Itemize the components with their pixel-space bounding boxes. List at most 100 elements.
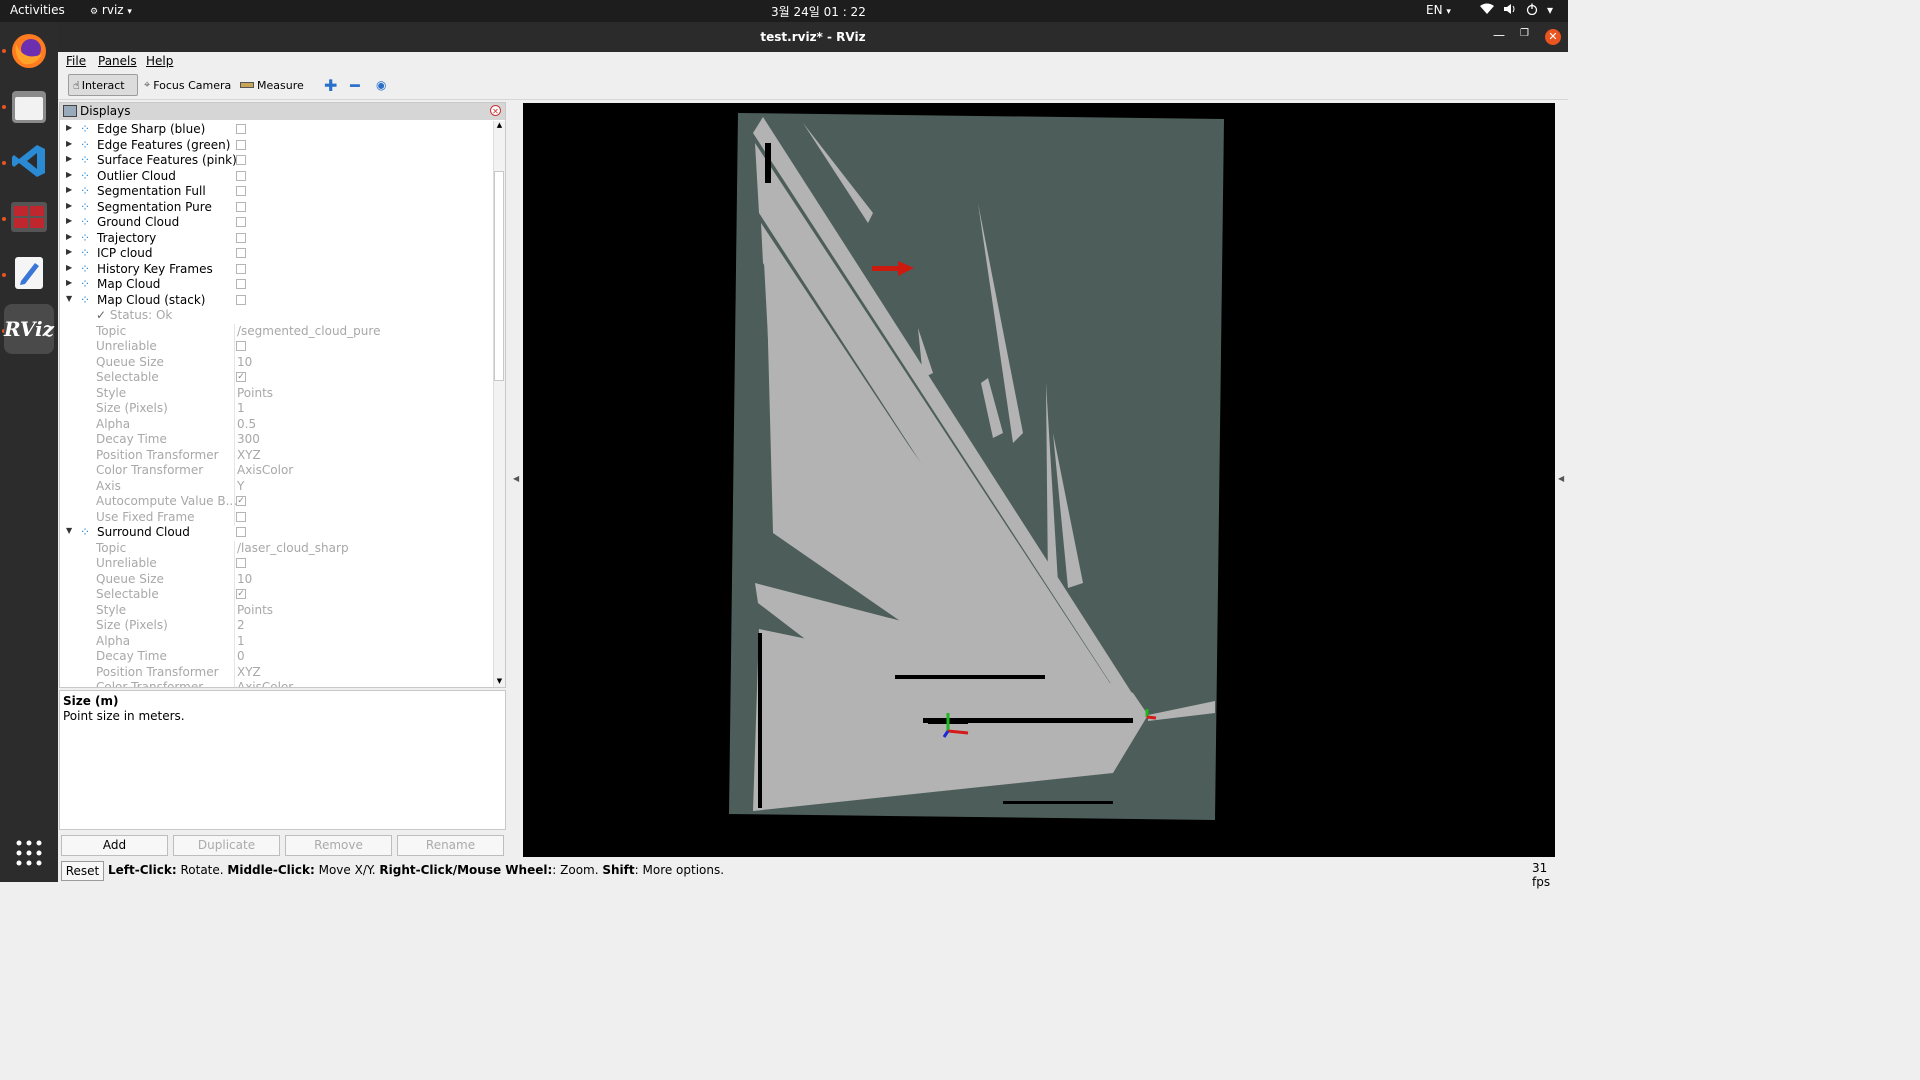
display-item[interactable]: ▶ ⁘ Surface Features (pink) bbox=[60, 153, 492, 169]
display-item[interactable]: ▶ ⁘ Edge Sharp (blue) bbox=[60, 122, 492, 138]
expand-arrow-icon[interactable]: ▶ bbox=[66, 139, 72, 148]
property-value[interactable]: 10 bbox=[237, 355, 252, 369]
interact-tool-button[interactable]: ☝ Interact bbox=[68, 74, 138, 96]
property-row[interactable]: Unreliable bbox=[60, 339, 492, 355]
display-enable-checkbox[interactable] bbox=[236, 248, 246, 258]
display-item[interactable]: ▶ ⁘ Map Cloud bbox=[60, 277, 492, 293]
show-applications-icon[interactable] bbox=[16, 840, 42, 869]
vscode-icon[interactable] bbox=[8, 140, 50, 182]
add-tool-icon[interactable]: ✚ bbox=[320, 74, 341, 96]
property-row[interactable]: Queue Size 10 bbox=[60, 571, 492, 588]
expand-arrow-icon[interactable]: ▶ bbox=[66, 232, 72, 241]
expand-arrow-icon[interactable]: ▶ bbox=[66, 216, 72, 225]
property-row[interactable]: Position Transformer XYZ bbox=[60, 447, 492, 464]
display-enable-checkbox[interactable] bbox=[236, 232, 246, 243]
remove-button[interactable]: Remove bbox=[285, 835, 392, 856]
property-row[interactable]: Color Transformer AxisColor bbox=[60, 680, 492, 687]
window-titlebar[interactable]: test.rviz* - RViz — ❐ ✕ bbox=[58, 22, 1568, 52]
menu-help[interactable]: Help bbox=[146, 54, 173, 68]
menu-file[interactable]: File bbox=[66, 54, 86, 68]
display-enable-checkbox[interactable] bbox=[236, 263, 246, 274]
property-row[interactable]: Style Points bbox=[60, 602, 492, 619]
volume-icon[interactable] bbox=[1503, 3, 1517, 18]
display-item[interactable]: ▶ ⁘ Segmentation Pure bbox=[60, 200, 492, 216]
property-row[interactable]: Selectable ✓ bbox=[60, 587, 492, 603]
remove-tool-icon[interactable]: ━ bbox=[346, 74, 364, 96]
expand-arrow-icon[interactable]: ▶ bbox=[66, 154, 72, 163]
collapse-left-icon[interactable]: ◀ bbox=[513, 474, 519, 483]
status-row[interactable]: ✓ Status: Ok bbox=[60, 308, 492, 324]
expand-arrow-icon[interactable]: ▶ bbox=[66, 185, 72, 194]
terminal-grid-icon[interactable] bbox=[8, 196, 50, 238]
expand-arrow-icon[interactable]: ▶ bbox=[66, 278, 72, 287]
property-row[interactable]: Topic/segmented_cloud_pure bbox=[60, 323, 492, 340]
property-checkbox[interactable]: ✓ bbox=[236, 589, 246, 599]
wifi-icon[interactable] bbox=[1480, 3, 1494, 18]
expand-arrow-icon[interactable]: ▶ bbox=[66, 247, 72, 256]
scroll-down-icon[interactable]: ▼ bbox=[494, 677, 505, 687]
property-checkbox[interactable] bbox=[236, 511, 246, 522]
property-value[interactable]: 0 bbox=[237, 649, 245, 663]
display-enable-checkbox[interactable] bbox=[236, 201, 246, 212]
display-enable-checkbox[interactable] bbox=[236, 186, 246, 196]
measure-button[interactable]: Measure bbox=[236, 74, 308, 96]
display-enable-checkbox[interactable] bbox=[236, 155, 246, 165]
display-item[interactable]: ▶ ⁘ History Key Frames bbox=[60, 262, 492, 278]
activities-button[interactable]: Activities bbox=[10, 3, 65, 17]
menu-panels[interactable]: Panels bbox=[98, 54, 137, 68]
property-value[interactable]: 10 bbox=[237, 572, 252, 586]
display-enable-checkbox[interactable] bbox=[236, 527, 246, 537]
duplicate-button[interactable]: Duplicate bbox=[173, 835, 280, 856]
displays-tree[interactable]: ▶ ⁘ Edge Sharp (blue) ▶ ⁘ Edge Features (gre… bbox=[60, 121, 492, 687]
display-item[interactable]: ▶ ⁘ Segmentation Full bbox=[60, 184, 492, 200]
reset-button[interactable]: Reset bbox=[61, 861, 104, 881]
property-value[interactable]: /segmented_cloud_pure bbox=[237, 324, 380, 338]
display-item[interactable]: ▶ ⁘ Ground Cloud bbox=[60, 215, 492, 231]
close-panel-icon[interactable]: ✕ bbox=[490, 105, 501, 116]
property-value[interactable]: 1 bbox=[237, 401, 245, 415]
display-item[interactable]: ▶ ⁘ ICP cloud bbox=[60, 246, 492, 262]
clock[interactable]: 3월 24일 01 : 22 bbox=[771, 3, 866, 20]
app-menu[interactable]: ⚙ rviz ▾ bbox=[90, 3, 132, 17]
chevron-down-icon[interactable]: ▾ bbox=[1547, 3, 1553, 17]
display-item[interactable]: ▼ ⁘ Surround Cloud bbox=[60, 525, 492, 541]
property-row[interactable]: Autocompute Value B... ✓ bbox=[60, 494, 492, 510]
displays-scrollbar[interactable]: ▲ ▼ bbox=[493, 121, 505, 687]
display-enable-checkbox[interactable] bbox=[236, 294, 246, 305]
power-icon[interactable] bbox=[1526, 3, 1538, 18]
property-value[interactable]: Y bbox=[237, 479, 244, 493]
add-button[interactable]: Add bbox=[61, 835, 168, 856]
display-item[interactable]: ▼ ⁘ Map Cloud (stack) bbox=[60, 293, 492, 309]
display-enable-checkbox[interactable] bbox=[236, 279, 246, 289]
collapse-arrow-icon[interactable]: ▼ bbox=[66, 294, 72, 303]
firefox-icon[interactable] bbox=[8, 30, 50, 72]
expand-arrow-icon[interactable]: ▶ bbox=[66, 170, 72, 179]
minimize-icon[interactable]: — bbox=[1493, 28, 1505, 42]
expand-arrow-icon[interactable]: ▶ bbox=[66, 263, 72, 272]
property-value[interactable]: 0.5 bbox=[237, 417, 256, 431]
language-indicator[interactable]: EN ▾ bbox=[1426, 3, 1451, 17]
property-row[interactable]: Decay Time 0 bbox=[60, 649, 492, 665]
display-item[interactable]: ▶ ⁘ Trajectory bbox=[60, 231, 492, 247]
property-row[interactable]: Position Transformer XYZ bbox=[60, 664, 492, 681]
display-enable-checkbox[interactable] bbox=[236, 139, 246, 150]
property-value[interactable]: XYZ bbox=[237, 665, 261, 679]
property-checkbox[interactable] bbox=[236, 558, 246, 568]
property-value[interactable]: AxisColor bbox=[237, 463, 293, 477]
focus-camera-button[interactable]: ⌖ Focus Camera bbox=[140, 74, 235, 96]
rename-button[interactable]: Rename bbox=[397, 835, 504, 856]
files-icon[interactable] bbox=[8, 86, 50, 128]
property-row[interactable]: Size (Pixels) 1 bbox=[60, 401, 492, 417]
property-value[interactable]: Points bbox=[237, 386, 273, 400]
rviz-icon[interactable]: RViz bbox=[4, 304, 54, 354]
property-row[interactable]: Size (Pixels) 2 bbox=[60, 618, 492, 634]
property-value[interactable]: 1 bbox=[237, 634, 245, 648]
scrollbar-thumb[interactable] bbox=[494, 171, 504, 381]
property-row[interactable]: Color Transformer AxisColor bbox=[60, 463, 492, 479]
display-item[interactable]: ▶ ⁘ Outlier Cloud bbox=[60, 169, 492, 185]
property-value[interactable]: 300 bbox=[237, 432, 260, 446]
property-row[interactable]: Decay Time 300 bbox=[60, 432, 492, 448]
property-row[interactable]: Alpha 0.5 bbox=[60, 416, 492, 433]
text-editor-icon[interactable] bbox=[8, 252, 50, 294]
property-value[interactable]: /laser_cloud_sharp bbox=[237, 541, 349, 555]
